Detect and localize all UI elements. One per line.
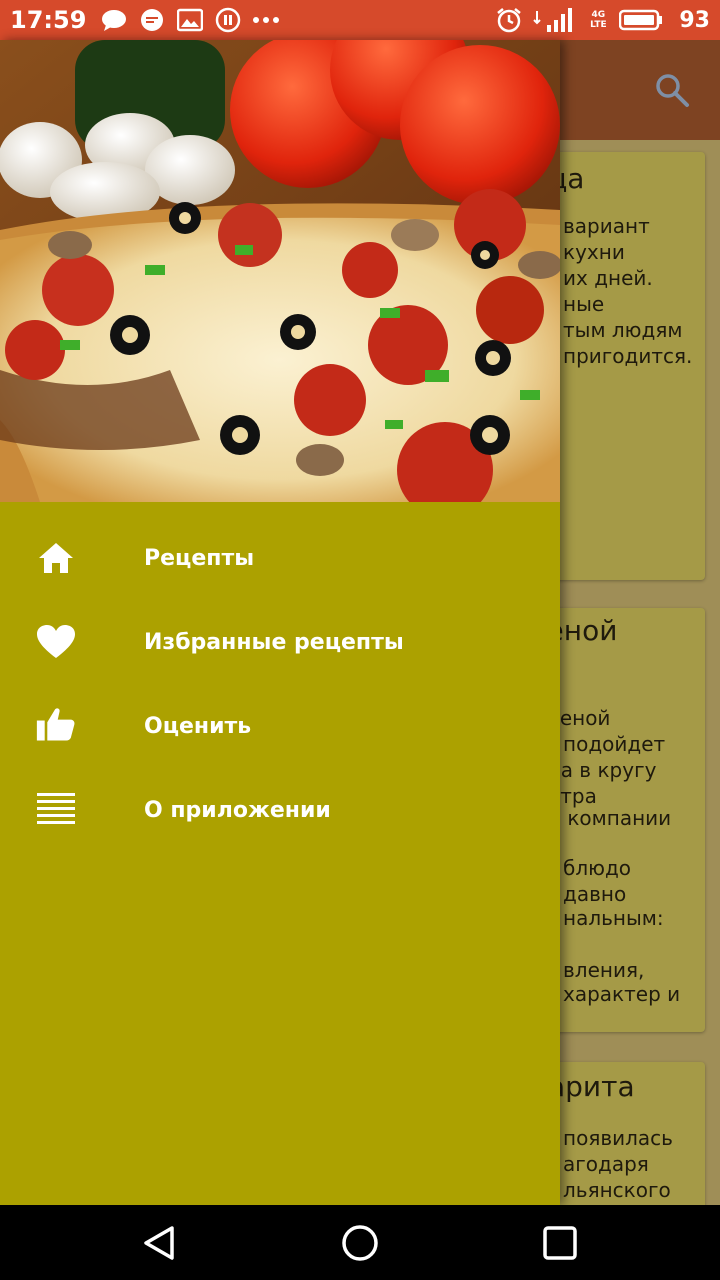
pause-icon: [214, 6, 242, 34]
list-lines-icon: [36, 790, 76, 830]
more-dots-icon: [252, 6, 280, 34]
heart-icon: [36, 622, 76, 662]
recipe-card-text-line: ные: [563, 292, 605, 316]
recipe-card-text-line: появилась: [563, 1126, 673, 1150]
search-icon[interactable]: [654, 72, 690, 108]
image-icon: [176, 6, 204, 34]
back-icon[interactable]: [140, 1223, 180, 1263]
recipe-card-text-line: льянского: [563, 1178, 671, 1202]
navigation-drawer: Рецепты Избранные рецепты Оценить О прил…: [0, 40, 560, 1205]
chat-bubble-icon: [100, 6, 128, 34]
menu-item-recipes[interactable]: Рецепты: [0, 516, 560, 600]
battery-level: 93: [679, 7, 710, 33]
recents-icon[interactable]: [540, 1223, 580, 1263]
recipe-card-text-line: блюдо: [563, 856, 632, 880]
recipe-card-text-line: кухни: [563, 240, 625, 264]
recipe-card-text-line: вариант: [563, 214, 650, 238]
menu-item-label: О приложении: [144, 797, 331, 823]
recipe-card-text-line: агодаря: [563, 1152, 649, 1176]
recipe-card-text-line: тым людям: [563, 318, 683, 342]
alarm-icon: [495, 6, 523, 34]
network-type-icon: 4G LTE: [590, 10, 607, 30]
menu-item-favorites[interactable]: Избранные рецепты: [0, 600, 560, 684]
thumbs-up-icon: [36, 704, 76, 744]
home-icon: [36, 538, 76, 578]
status-right-group: 4G LTE 93: [495, 6, 710, 34]
menu-item-label: Рецепты: [144, 545, 255, 571]
signal-icon: [533, 6, 577, 34]
pizza-header-image: [0, 40, 560, 502]
recipe-card-title: арита: [548, 1070, 635, 1103]
recipe-card-text-line: их дней.: [563, 266, 653, 290]
home-circle-icon[interactable]: [340, 1223, 380, 1263]
status-bar: 17:59 4G LTE 93: [0, 0, 720, 40]
recipe-card-text-line: давно: [563, 882, 627, 906]
recipe-card-text-line: пригодится.: [563, 344, 693, 368]
recipe-card-text-line: й компании: [548, 806, 672, 830]
recipe-card-text-line: подойдет: [563, 732, 666, 756]
battery-icon: [619, 6, 663, 34]
menu-item-label: Оценить: [144, 713, 252, 739]
recipe-card-text-line: ра в кругу: [548, 758, 657, 782]
recipe-card-text-line: нальным:: [563, 906, 664, 930]
menu-item-rate[interactable]: Оценить: [0, 684, 560, 768]
message-icon: [138, 6, 166, 34]
menu-item-label: Избранные рецепты: [144, 629, 404, 655]
recipe-card-text-line: вления,: [563, 958, 645, 982]
recipe-card-text-line: характер и: [563, 982, 681, 1006]
system-nav-bar: [0, 1205, 720, 1280]
menu-item-about[interactable]: О приложении: [0, 768, 560, 852]
status-time: 17:59: [10, 6, 87, 34]
